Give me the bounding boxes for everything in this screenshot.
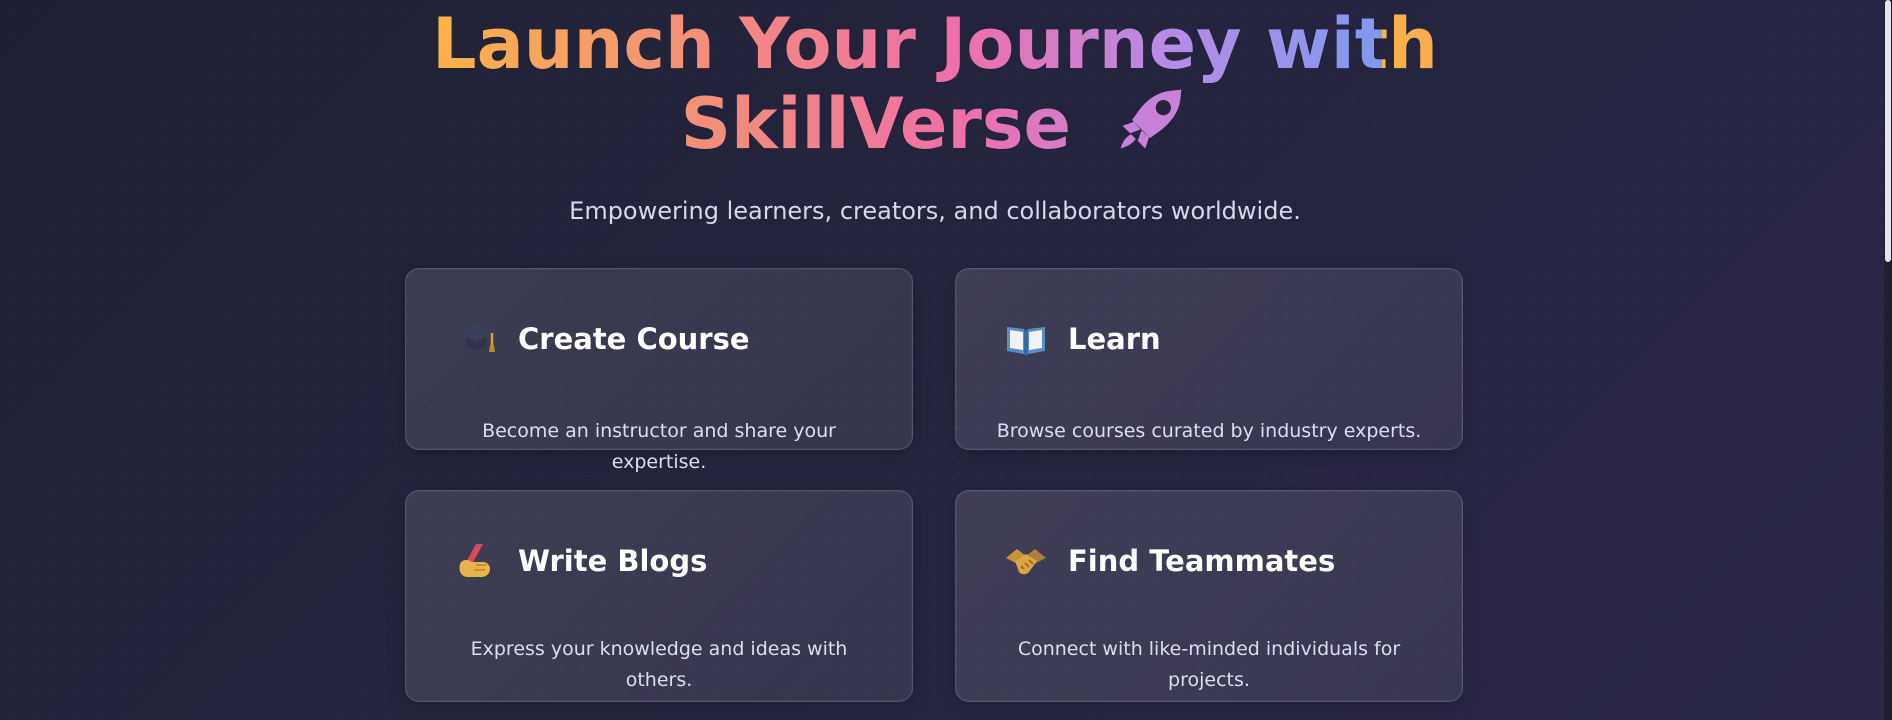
- writing-hand-icon: [452, 537, 500, 585]
- hero-title-text-line-2: SkillVerse: [680, 83, 1072, 165]
- graduation-cap-icon: [452, 315, 500, 363]
- card-title: Create Course: [518, 322, 750, 356]
- hero-subtitle: Empowering learners, creators, and colla…: [569, 197, 1301, 225]
- card-title: Find Teammates: [1068, 544, 1336, 578]
- card-description: Express your knowledge and ideas with ot…: [470, 638, 848, 691]
- vertical-scrollbar[interactable]: [1884, 0, 1892, 720]
- card-header: Create Course: [452, 315, 750, 363]
- hero-title-text-line-1: Launch Your Journey with: [431, 3, 1439, 85]
- card-header: Find Teammates: [1002, 537, 1335, 585]
- create-course-card[interactable]: Create Course Become an instructor and s…: [405, 268, 913, 473]
- handshake-icon: [1002, 537, 1050, 585]
- card-title: Learn: [1068, 322, 1161, 356]
- card-header: Learn: [1002, 315, 1161, 363]
- hero-title-line-2: SkillVerse: [0, 82, 1870, 162]
- scrollbar-thumb[interactable]: [1885, 0, 1891, 262]
- card-header: Write Blogs: [452, 537, 707, 585]
- find-teammates-card[interactable]: Find Teammates Connect with like-minded …: [955, 490, 1463, 702]
- hero-title-line-1: Launch Your Journey with: [0, 6, 1870, 82]
- hero-title: Launch Your Journey with SkillVerse: [0, 6, 1870, 162]
- learn-card[interactable]: Learn Browse courses curated by industry…: [955, 268, 1463, 450]
- open-book-icon: [1002, 315, 1050, 363]
- card-description: Become an instructor and share your expe…: [482, 420, 836, 473]
- rocket-icon: [1121, 89, 1182, 149]
- card-description: Connect with like-minded individuals for…: [1017, 638, 1401, 691]
- write-blogs-card[interactable]: Write Blogs Express your knowledge and i…: [405, 490, 913, 702]
- card-description: Browse courses curated by industry exper…: [996, 420, 1422, 442]
- card-title: Write Blogs: [518, 544, 708, 578]
